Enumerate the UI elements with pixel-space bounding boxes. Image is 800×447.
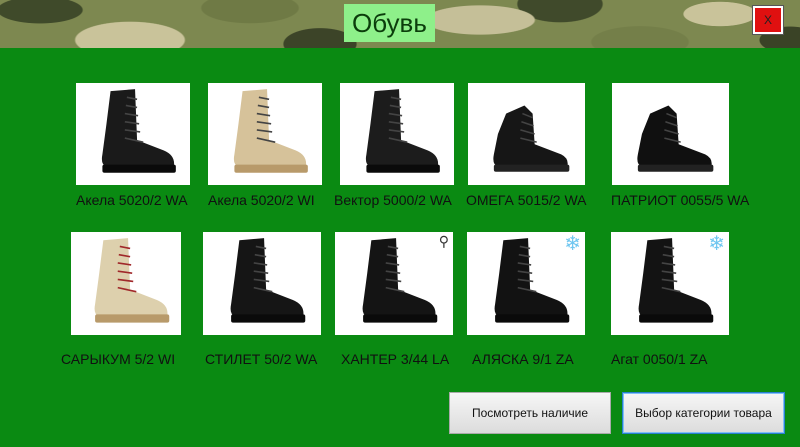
check-stock-button[interactable]: Посмотреть наличие xyxy=(449,392,611,434)
product-name[interactable]: САРЫКУМ 5/2 WI xyxy=(61,351,175,367)
product-name[interactable]: Агат 0050/1 ZA xyxy=(611,351,708,367)
product-name[interactable]: Вектор 5000/2 WA xyxy=(334,192,452,208)
product-image[interactable] xyxy=(71,232,181,335)
choose-category-button[interactable]: Выбор категории товара xyxy=(622,392,785,434)
product-image[interactable]: ❄ xyxy=(611,232,729,335)
product-image[interactable] xyxy=(468,83,585,185)
product-image[interactable] xyxy=(203,232,321,335)
page-title: Обувь xyxy=(344,4,435,42)
product-image[interactable]: ⚲ xyxy=(335,232,453,335)
snowflake-icon: ❄ xyxy=(564,233,581,255)
product-image[interactable] xyxy=(612,83,729,185)
product-name[interactable]: СТИЛЕТ 50/2 WA xyxy=(205,351,317,367)
snowflake-icon: ❄ xyxy=(708,233,725,255)
product-name[interactable]: ХАНТЕР 3/44 LA xyxy=(341,351,449,367)
product-name[interactable]: АЛЯСКА 9/1 ZA xyxy=(472,351,574,367)
product-image[interactable] xyxy=(208,83,322,185)
product-image[interactable] xyxy=(340,83,454,185)
product-name[interactable]: ПАТРИОТ 0055/5 WA xyxy=(611,192,749,208)
product-name[interactable]: ОМЕГА 5015/2 WA xyxy=(466,192,587,208)
product-image[interactable] xyxy=(76,83,190,185)
zipper-icon: ⚲ xyxy=(438,233,449,249)
product-name[interactable]: Акела 5020/2 WI xyxy=(208,192,315,208)
product-image[interactable]: ❄ xyxy=(467,232,585,335)
close-button[interactable]: X xyxy=(752,5,784,35)
product-name[interactable]: Акела 5020/2 WA xyxy=(76,192,188,208)
